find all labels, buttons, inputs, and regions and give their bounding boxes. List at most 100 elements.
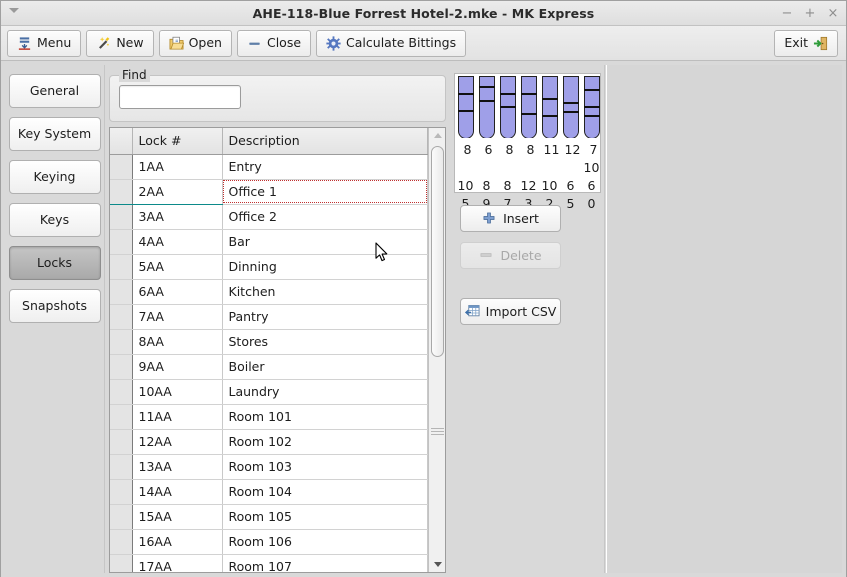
table-row[interactable]: 13AA Room 103: [110, 454, 428, 480]
sidebar-item-keys[interactable]: Keys: [8, 203, 101, 237]
pin-columns: [458, 76, 600, 138]
cell-lock-number[interactable]: 9AA: [132, 354, 223, 380]
cell-description[interactable]: Pantry: [222, 304, 428, 330]
cell-lock-number[interactable]: 2AA: [132, 178, 223, 205]
cell-description[interactable]: Laundry: [222, 379, 428, 405]
minimize-button[interactable]: −: [781, 7, 793, 20]
cell-lock-number[interactable]: 8AA: [132, 329, 223, 355]
cell-description[interactable]: Kitchen: [222, 279, 428, 305]
row-selector-cell[interactable]: [110, 454, 133, 480]
cell-lock-number[interactable]: 15AA: [132, 504, 223, 530]
cell-description[interactable]: Dinning: [222, 254, 428, 280]
cell-description[interactable]: Room 107: [222, 554, 428, 572]
scrollbar-thumb[interactable]: [431, 146, 444, 357]
column-header-lock-number[interactable]: Lock #: [132, 128, 223, 155]
table-row[interactable]: 8AA Stores: [110, 329, 428, 355]
cell-lock-number[interactable]: 6AA: [132, 279, 223, 305]
column-header-selector[interactable]: [110, 128, 133, 155]
vertical-scrollbar[interactable]: [428, 128, 445, 572]
cell-lock-number[interactable]: 1AA: [132, 154, 223, 180]
menu-button-label: Menu: [37, 34, 72, 50]
table-row[interactable]: 12AA Room 102: [110, 429, 428, 455]
row-selector-cell[interactable]: [110, 154, 133, 180]
row-selector-cell[interactable]: [110, 254, 133, 280]
row-selector-cell[interactable]: [110, 229, 133, 255]
sidebar-item-key-system[interactable]: Key System: [8, 117, 101, 151]
close-button-toolbar[interactable]: Close: [236, 29, 312, 57]
cell-description[interactable]: Office 2: [222, 204, 428, 230]
cell-lock-number[interactable]: 16AA: [132, 529, 223, 555]
calculate-bittings-button[interactable]: Calculate Bittings: [316, 29, 467, 57]
table-row[interactable]: 2AA Office 1: [110, 178, 428, 205]
cell-lock-number[interactable]: 14AA: [132, 479, 223, 505]
scroll-up-arrow-icon[interactable]: [429, 128, 445, 143]
row-selector-cell[interactable]: [110, 504, 133, 530]
table-row[interactable]: 11AA Room 101: [110, 404, 428, 430]
row-selector-cell[interactable]: [110, 529, 133, 555]
row-selector-cell[interactable]: [110, 379, 133, 405]
sidebar-item-general[interactable]: General: [8, 74, 101, 108]
menu-button[interactable]: Menu: [7, 29, 82, 57]
cell-lock-number[interactable]: 3AA: [132, 204, 223, 230]
cell-lock-number[interactable]: 5AA: [132, 254, 223, 280]
row-selector-cell[interactable]: [110, 354, 133, 380]
search-input[interactable]: [119, 85, 241, 109]
application-window: AHE-118-Blue Forrest Hotel-2.mke - MK Ex…: [0, 0, 847, 577]
cell-description[interactable]: Bar: [222, 229, 428, 255]
table-row[interactable]: 3AA Office 2: [110, 204, 428, 230]
sidebar-item-snapshots[interactable]: Snapshots: [8, 289, 101, 323]
cell-description[interactable]: Room 102: [222, 429, 428, 455]
open-button[interactable]: Open: [158, 29, 232, 57]
gear-blue-icon: [326, 35, 341, 51]
cell-description[interactable]: Entry: [222, 154, 428, 180]
cell-description[interactable]: Room 106: [222, 529, 428, 555]
column-header-description[interactable]: Description: [222, 128, 428, 155]
cell-description[interactable]: Room 101: [222, 404, 428, 430]
table-row[interactable]: 7AA Pantry: [110, 304, 428, 330]
table-row[interactable]: 16AA Room 106: [110, 529, 428, 555]
table-row[interactable]: 15AA Room 105: [110, 504, 428, 530]
row-selector-cell[interactable]: [110, 429, 133, 455]
insert-button[interactable]: Insert: [460, 205, 561, 232]
delete-button[interactable]: Delete: [460, 242, 561, 269]
table-row[interactable]: 14AA Room 104: [110, 479, 428, 505]
table-row[interactable]: 10AA Laundry: [110, 379, 428, 405]
table-row[interactable]: 1AA Entry: [110, 154, 428, 180]
row-selector-cell[interactable]: [110, 404, 133, 430]
cell-lock-number[interactable]: 12AA: [132, 429, 223, 455]
maximize-button[interactable]: +: [804, 7, 816, 20]
row-selector-cell[interactable]: [110, 178, 133, 205]
sidebar-item-locks[interactable]: Locks: [8, 246, 101, 280]
scroll-down-arrow-icon[interactable]: [429, 557, 445, 572]
table-row[interactable]: 17AA Room 107: [110, 554, 428, 572]
cell-description[interactable]: Office 1: [222, 178, 428, 205]
cell-description[interactable]: Room 103: [222, 454, 428, 480]
cell-lock-number[interactable]: 7AA: [132, 304, 223, 330]
cell-description[interactable]: Room 104: [222, 479, 428, 505]
cell-description[interactable]: Stores: [222, 329, 428, 355]
close-button[interactable]: ×: [827, 7, 839, 20]
new-button[interactable]: New: [86, 29, 154, 57]
cell-lock-number[interactable]: 11AA: [132, 404, 223, 430]
cell-lock-number[interactable]: 13AA: [132, 454, 223, 480]
cell-lock-number[interactable]: 17AA: [132, 554, 223, 572]
locks-table: Lock # Description 1AA Entry 2AA Office 1 3A…: [109, 127, 446, 573]
row-selector-cell[interactable]: [110, 329, 133, 355]
cell-description[interactable]: Boiler: [222, 354, 428, 380]
import-csv-button[interactable]: Import CSV: [460, 298, 561, 325]
row-selector-cell[interactable]: [110, 279, 133, 305]
table-row[interactable]: 9AA Boiler: [110, 354, 428, 380]
table-row[interactable]: 6AA Kitchen: [110, 279, 428, 305]
table-row[interactable]: 5AA Dinning: [110, 254, 428, 280]
row-selector-cell[interactable]: [110, 479, 133, 505]
exit-button[interactable]: Exit: [774, 30, 838, 57]
sidebar-item-keying[interactable]: Keying: [8, 160, 101, 194]
cell-description[interactable]: Room 105: [222, 504, 428, 530]
window-menu-caret-icon[interactable]: [9, 8, 19, 13]
row-selector-cell[interactable]: [110, 554, 133, 572]
row-selector-cell[interactable]: [110, 204, 133, 230]
cell-lock-number[interactable]: 10AA: [132, 379, 223, 405]
table-row[interactable]: 4AA Bar: [110, 229, 428, 255]
row-selector-cell[interactable]: [110, 304, 133, 330]
cell-lock-number[interactable]: 4AA: [132, 229, 223, 255]
